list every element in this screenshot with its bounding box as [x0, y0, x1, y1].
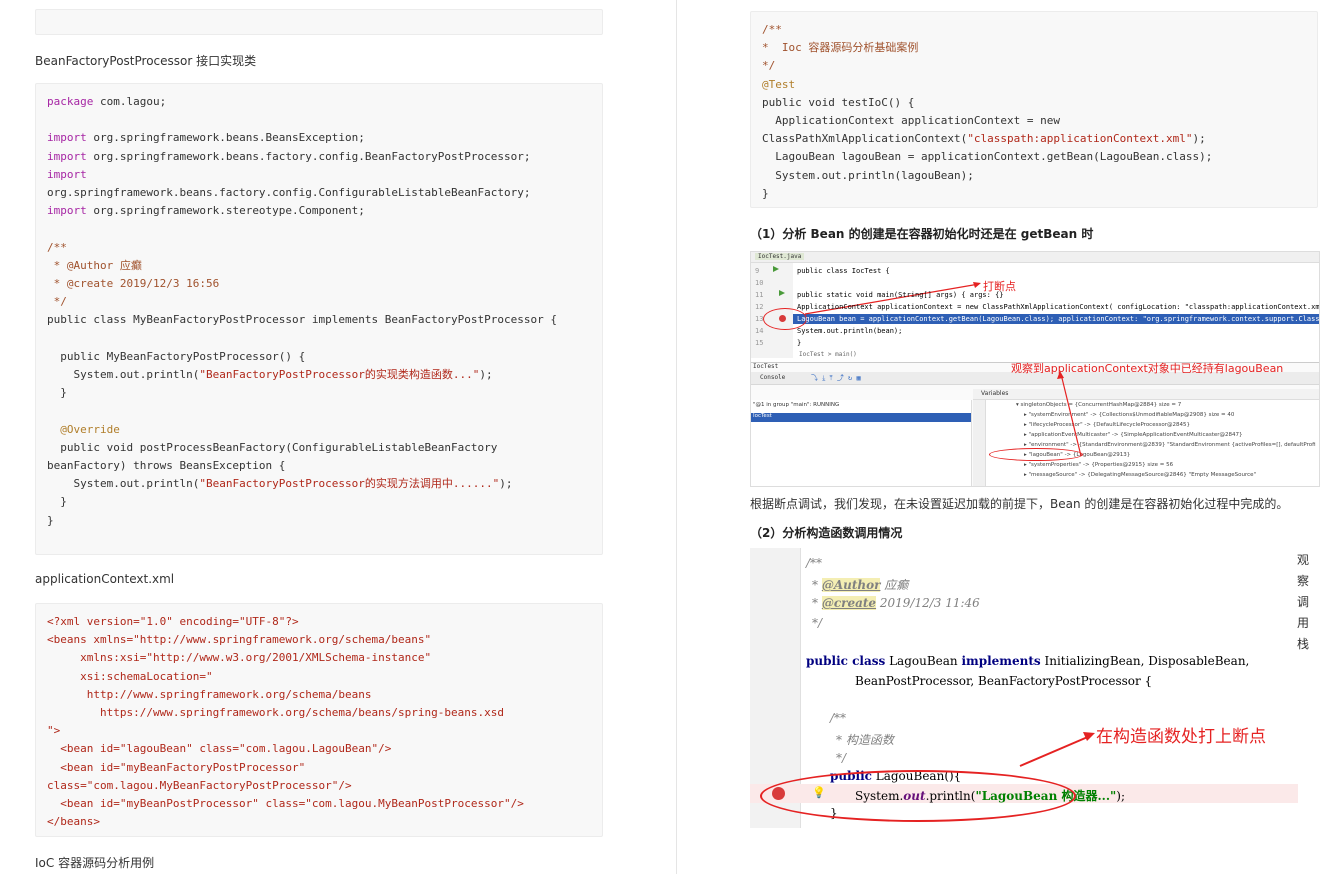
arrow-to-observe-label — [1060, 373, 1082, 457]
paragraph-result: 根据断点调试，我们发现，在未设置延迟加载的前提下，Bean 的创建是在容器初始化… — [750, 497, 1289, 511]
code-line: import org.springframework.beans.BeansEx… — [47, 131, 365, 145]
code-line: "> — [47, 724, 61, 738]
code-text-xml: <?xml version="1.0" encoding="UTF-8"?> <b… — [47, 613, 591, 831]
heading-analysis-2: （2）分析构造函数调用情况 — [750, 526, 903, 540]
code-line: * @Author 应癫 — [47, 258, 142, 272]
code-line: <beans xmlns="http://www.springframework… — [47, 633, 432, 647]
code-line: <bean id="myBeanPostProcessor" class="co… — [47, 797, 524, 811]
code-line: } — [47, 513, 54, 527]
code-text-test: /** * Ioc 容器源码分析基础案例 */ @Test public void te… — [762, 21, 1306, 203]
code-line: xsi:schemaLocation=" — [47, 669, 213, 683]
code-line: System.out.println(lagouBean); — [762, 168, 974, 182]
vertical-note: 观察调用栈 — [1296, 550, 1310, 655]
code-line: public class IocTest { — [797, 267, 890, 275]
code-line: * Ioc 容器源码分析基础案例 — [762, 41, 919, 55]
section-heading-xml: applicationContext.xml — [35, 572, 175, 586]
code-line: } — [47, 386, 67, 400]
code-line: System.out.println("BeanFactoryPostProce… — [47, 368, 493, 382]
code-line: LagouBean lagouBean = applicationContext… — [762, 150, 1213, 164]
vertical-char: 用 — [1296, 616, 1309, 630]
code-line: </beans> — [47, 815, 100, 829]
code-line: @Test — [762, 77, 796, 91]
vertical-char: 察 — [1296, 574, 1309, 588]
code-line: LagouBean bean = applicationContext.getB… — [797, 315, 1320, 323]
annotation-arrow-constructor — [1019, 732, 1095, 767]
code-line: } — [762, 186, 769, 200]
code-line: public void testIoC() { — [762, 95, 915, 109]
arrow-line-constructor — [1019, 735, 1091, 767]
ide-screenshot-breakpoint: IocTest.java 9 public class IocTest {10 11… — [750, 251, 1320, 487]
section-heading-postprocessor: BeanFactoryPostProcessor 接口实现类 — [35, 54, 257, 68]
annotation-arrows — [804, 282, 1082, 457]
vertical-char: 栈 — [1296, 637, 1309, 651]
arrow-head-observe — [1057, 371, 1064, 379]
code-line: <bean id="lagouBean" class="com.lagou.La… — [47, 742, 392, 756]
code-line: ClassPathXmlApplicationContext("classpat… — [762, 132, 1206, 146]
code-line: http://www.springframework.org/schema/be… — [47, 687, 372, 701]
heading-analysis-1: （1）分析 Bean 的创建是在容器初始化时还是在 getBean 时 — [750, 227, 1094, 241]
arrow-head-constructor — [1083, 732, 1095, 741]
code-line: ApplicationContext applicationContext = … — [797, 303, 1320, 311]
code-block-xml: <?xml version="1.0" encoding="UTF-8"?> <b… — [35, 603, 603, 837]
arrow-head-breakpoint — [973, 282, 981, 288]
code-block-test: /** * Ioc 容器源码分析基础案例 */ @Test public void te… — [750, 11, 1318, 208]
code-line: package com.lagou; — [47, 95, 167, 108]
code-line: ApplicationContext applicationContext = … — [762, 114, 1061, 128]
code-line: xmlns:xsi="http://www.w3.org/2001/XMLSch… — [47, 651, 432, 665]
code-line: <?xml version="1.0" encoding="UTF-8"?> — [47, 615, 299, 628]
code-line: } — [797, 339, 802, 347]
column-divider — [676, 0, 677, 874]
code-line: class="com.lagou.MyBeanFactoryPostProces… — [47, 778, 352, 792]
code-line: public MyBeanFactoryPostProcessor() { — [47, 349, 306, 363]
code-line: public void postProcessBeanFactory(Confi… — [47, 440, 498, 454]
code-line: System.out.println(bean); — [797, 327, 903, 335]
ide-screenshot-constructor: /** * @Author 应癫 * @create 2019/12/3 11:… — [750, 548, 1318, 828]
top-code-block-fragment — [35, 9, 603, 35]
code-line: import — [47, 167, 87, 181]
code-line: import org.springframework.stereotype.Co… — [47, 204, 365, 218]
code-line: public static void main(String[] args) {… — [797, 291, 1004, 299]
code-line: /** — [47, 240, 67, 254]
code-line: */ — [47, 295, 67, 309]
code-line: } — [47, 495, 67, 509]
code-line: System.out.println("BeanFactoryPostProce… — [47, 477, 513, 491]
code-line: import org.springframework.beans.factory… — [47, 149, 531, 163]
vertical-char: 调 — [1296, 595, 1309, 609]
code-line: @Override — [47, 422, 120, 436]
section-heading-ioc: IoC 容器源码分析用例 — [35, 856, 155, 870]
code-text-postprocessor: package com.lagou; import org.springfram… — [47, 93, 591, 530]
code-line: <bean id="myBeanFactoryPostProcessor" — [47, 760, 306, 774]
code-line: https://www.springframework.org/schema/b… — [47, 706, 504, 720]
code-line: org.springframework.beans.factory.config… — [47, 186, 531, 200]
code-block-postprocessor: package com.lagou; import org.springfram… — [35, 83, 603, 555]
code-line: */ — [762, 59, 776, 73]
code-line: public class MyBeanFactoryPostProcessor … — [47, 313, 557, 327]
code-line: beanFactory) throws BeansException { — [47, 459, 286, 473]
code-line: * @create 2019/12/3 16:56 — [47, 277, 220, 291]
code-line: /** — [762, 23, 782, 36]
vertical-char: 观 — [1296, 553, 1309, 567]
